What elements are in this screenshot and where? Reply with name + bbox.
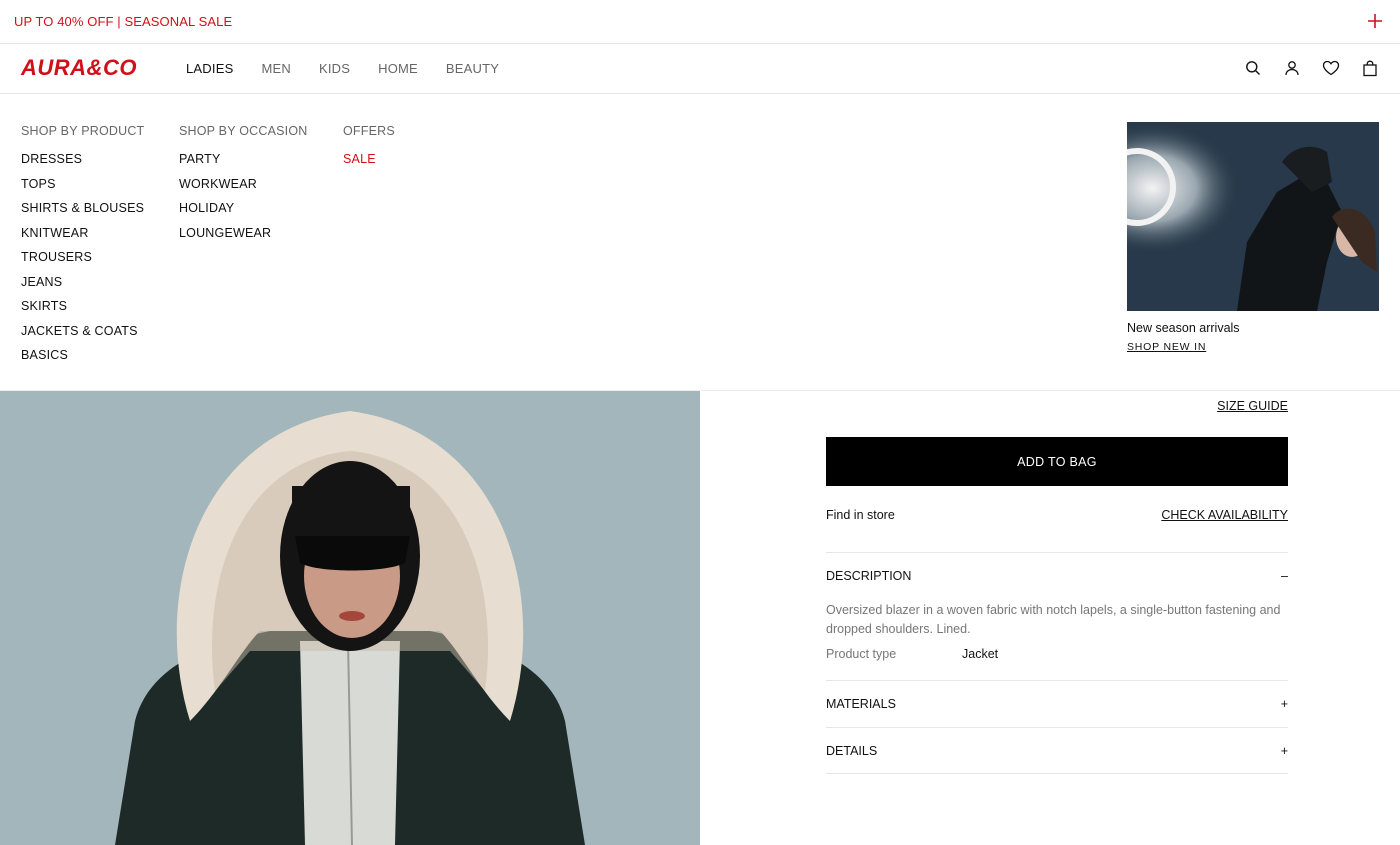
promo-caption: New season arrivals: [1127, 321, 1240, 335]
nav-item-home[interactable]: HOME: [378, 61, 418, 76]
heart-icon[interactable]: [1321, 58, 1341, 78]
menu-link-shirts-blouses[interactable]: SHIRTS & BLOUSES: [21, 201, 144, 226]
bag-icon[interactable]: [1360, 58, 1380, 78]
expand-icon[interactable]: +: [1281, 697, 1288, 711]
menu-column-offers: OFFERS SALE: [343, 124, 395, 177]
menu-link-party[interactable]: PARTY: [179, 152, 307, 177]
accordion-materials-header[interactable]: MATERIALS +: [826, 681, 1288, 727]
promo-image[interactable]: [1127, 122, 1379, 311]
menu-column-title: OFFERS: [343, 124, 395, 138]
search-icon[interactable]: [1243, 58, 1263, 78]
accordion-details-header[interactable]: DETAILS +: [826, 728, 1288, 774]
menu-column-occasion: SHOP BY OCCASION PARTY WORKWEAR HOLIDAY …: [179, 124, 307, 250]
accordion-description: DESCRIPTION – Oversized blazer in a wove…: [826, 552, 1288, 661]
product-type-row: Product type Jacket: [826, 647, 1288, 661]
product-type-label: Product type: [826, 647, 897, 661]
accordion-divider: [826, 773, 1288, 774]
description-text: Oversized blazer in a woven fabric with …: [826, 603, 1281, 636]
menu-link-dresses[interactable]: DRESSES: [21, 152, 144, 177]
product-image[interactable]: [0, 391, 700, 845]
add-to-bag-button[interactable]: ADD TO BAG: [826, 437, 1288, 486]
nav-item-ladies[interactable]: LADIES: [186, 61, 233, 76]
product-photo-illustration: [0, 391, 700, 845]
expand-icon[interactable]: +: [1281, 744, 1288, 758]
main-nav: LADIES MEN KIDS HOME BEAUTY: [186, 61, 527, 76]
check-availability-link[interactable]: CHECK AVAILABILITY: [1161, 508, 1288, 522]
product-type-value: Jacket: [962, 647, 999, 661]
menu-link-knitwear[interactable]: KNITWEAR: [21, 226, 144, 251]
shop-new-in-link[interactable]: SHOP NEW IN: [1127, 341, 1206, 353]
menu-link-holiday[interactable]: HOLIDAY: [179, 201, 307, 226]
logo[interactable]: AURA&CO: [21, 55, 137, 81]
accordion-title: MATERIALS: [826, 697, 896, 711]
accordion-materials: MATERIALS +: [826, 680, 1288, 727]
menu-promo-card: New season arrivals SHOP NEW IN: [1127, 122, 1379, 355]
size-guide-link[interactable]: SIZE GUIDE: [1217, 399, 1288, 413]
menu-link-workwear[interactable]: WORKWEAR: [179, 177, 307, 202]
nav-item-beauty[interactable]: BEAUTY: [446, 61, 499, 76]
menu-link-trousers[interactable]: TROUSERS: [21, 250, 144, 275]
promo-text[interactable]: UP TO 40% OFF | SEASONAL SALE: [14, 14, 232, 29]
accordion-title: DESCRIPTION: [826, 569, 912, 583]
menu-link-skirts[interactable]: SKIRTS: [21, 299, 144, 324]
account-icon[interactable]: [1282, 58, 1302, 78]
accordion-description-header[interactable]: DESCRIPTION –: [826, 553, 1288, 599]
accordion-details: DETAILS +: [826, 727, 1288, 774]
accordion-title: DETAILS: [826, 744, 878, 758]
site-header: AURA&CO LADIES MEN KIDS HOME BEAUTY: [0, 44, 1400, 94]
plus-icon[interactable]: [1366, 12, 1384, 30]
find-in-store-label: Find in store: [826, 508, 895, 522]
promo-photo-illustration: [1127, 122, 1379, 311]
promo-bar: UP TO 40% OFF | SEASONAL SALE: [0, 0, 1400, 44]
collapse-icon[interactable]: –: [1281, 569, 1288, 583]
menu-link-jackets-coats[interactable]: JACKETS & COATS: [21, 324, 144, 349]
header-icons: [1243, 58, 1380, 78]
menu-link-basics[interactable]: BASICS: [21, 348, 144, 373]
menu-link-sale[interactable]: SALE: [343, 152, 395, 177]
find-in-store-row: Find in store CHECK AVAILABILITY: [826, 508, 1288, 522]
menu-link-loungewear[interactable]: LOUNGEWEAR: [179, 226, 307, 251]
mega-menu: SHOP BY PRODUCT DRESSES TOPS SHIRTS & BL…: [0, 94, 1400, 391]
nav-item-men[interactable]: MEN: [261, 61, 291, 76]
menu-column-title: SHOP BY OCCASION: [179, 124, 308, 138]
menu-link-jeans[interactable]: JEANS: [21, 275, 144, 300]
nav-item-kids[interactable]: KIDS: [319, 61, 350, 76]
menu-link-tops[interactable]: TOPS: [21, 177, 144, 202]
menu-column-title: SHOP BY PRODUCT: [21, 124, 145, 138]
menu-column-product: SHOP BY PRODUCT DRESSES TOPS SHIRTS & BL…: [21, 124, 144, 373]
